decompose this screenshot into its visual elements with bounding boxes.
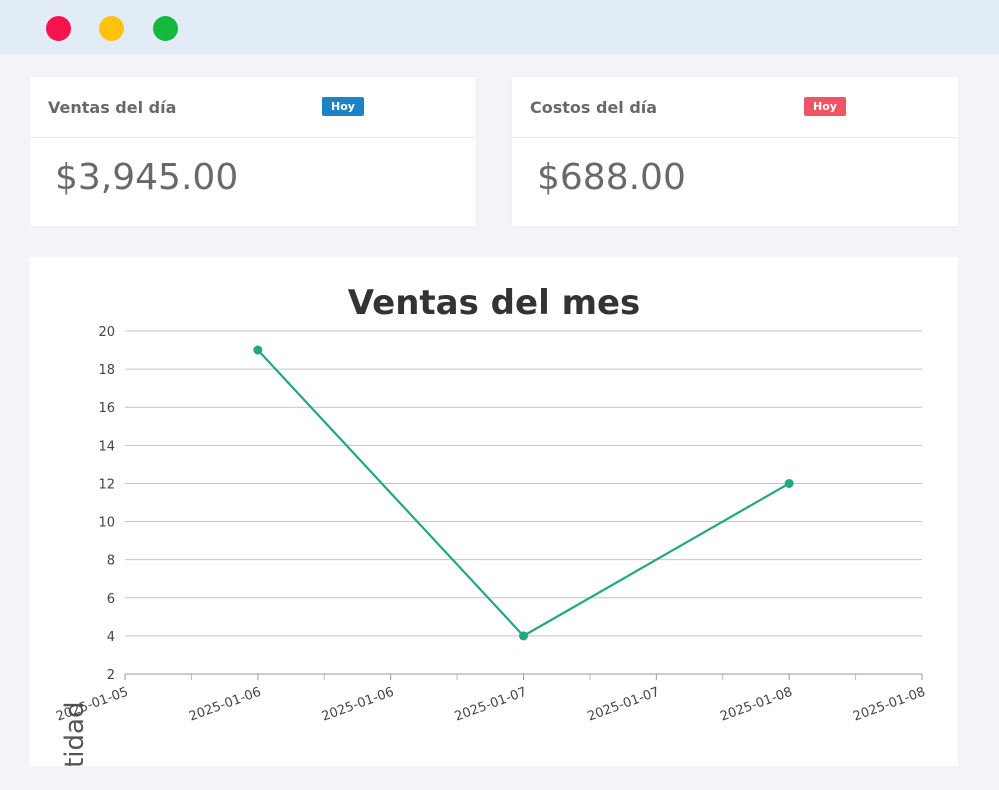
card-title: Ventas del día xyxy=(48,98,177,117)
y-tick-label: 10 xyxy=(98,516,115,531)
minimize-window-button[interactable] xyxy=(99,16,124,41)
daily-sales-value: $3,945.00 xyxy=(55,157,239,198)
close-window-button[interactable] xyxy=(46,16,71,41)
daily-costs-card: Costos del día Hoy $688.00 xyxy=(512,77,958,226)
data-point[interactable] xyxy=(784,478,794,488)
data-point[interactable] xyxy=(253,345,263,355)
x-tick-label: 2025-01-07 xyxy=(453,685,529,725)
monthly-sales-chart: Ventas del mes Cantidad 2468101214161820… xyxy=(54,283,927,766)
y-tick-label: 20 xyxy=(98,325,115,340)
card-title: Costos del día xyxy=(530,98,658,117)
chart-title: Ventas del mes xyxy=(348,283,641,323)
x-axis-ticks: 2025-01-05 2025-01-06 2025-01-06 2025-01-07… xyxy=(54,674,927,725)
window-titlebar xyxy=(0,0,999,54)
y-tick-label: 14 xyxy=(98,439,115,454)
chart-series xyxy=(253,345,794,641)
y-tick-label: 6 xyxy=(107,592,115,607)
daily-costs-value: $688.00 xyxy=(537,157,686,198)
y-tick-label: 4 xyxy=(107,630,115,645)
x-tick-label: 2025-01-06 xyxy=(320,685,396,725)
today-badge: Hoy xyxy=(804,97,846,116)
maximize-window-button[interactable] xyxy=(153,16,178,41)
x-tick-label: 2025-01-08 xyxy=(718,685,794,725)
data-point[interactable] xyxy=(519,631,528,641)
x-tick-label: 2025-01-08 xyxy=(851,685,927,725)
today-badge: Hoy xyxy=(322,97,364,116)
y-tick-label: 16 xyxy=(98,401,115,416)
y-tick-label: 18 xyxy=(98,363,115,378)
x-tick-label: 2025-01-06 xyxy=(187,685,263,725)
chart-grid xyxy=(125,330,922,675)
y-axis-ticks: 2 4 6 8 10 12 14 16 18 20 xyxy=(98,325,115,683)
y-tick-label: 8 xyxy=(107,554,115,569)
series-line xyxy=(257,349,790,638)
y-tick-label: 2 xyxy=(107,668,115,683)
monthly-sales-chart-panel: Ventas del mes Cantidad 2 4 6 8 10 12 14 16 18 20… xyxy=(30,257,958,766)
y-tick-label: 12 xyxy=(98,477,115,492)
card-header: Costos del día Hoy xyxy=(512,77,958,138)
daily-sales-card: Ventas del día Hoy $3,945.00 xyxy=(30,77,476,226)
card-header: Ventas del día Hoy xyxy=(30,77,476,138)
x-tick-label: 2025-01-07 xyxy=(586,685,662,725)
